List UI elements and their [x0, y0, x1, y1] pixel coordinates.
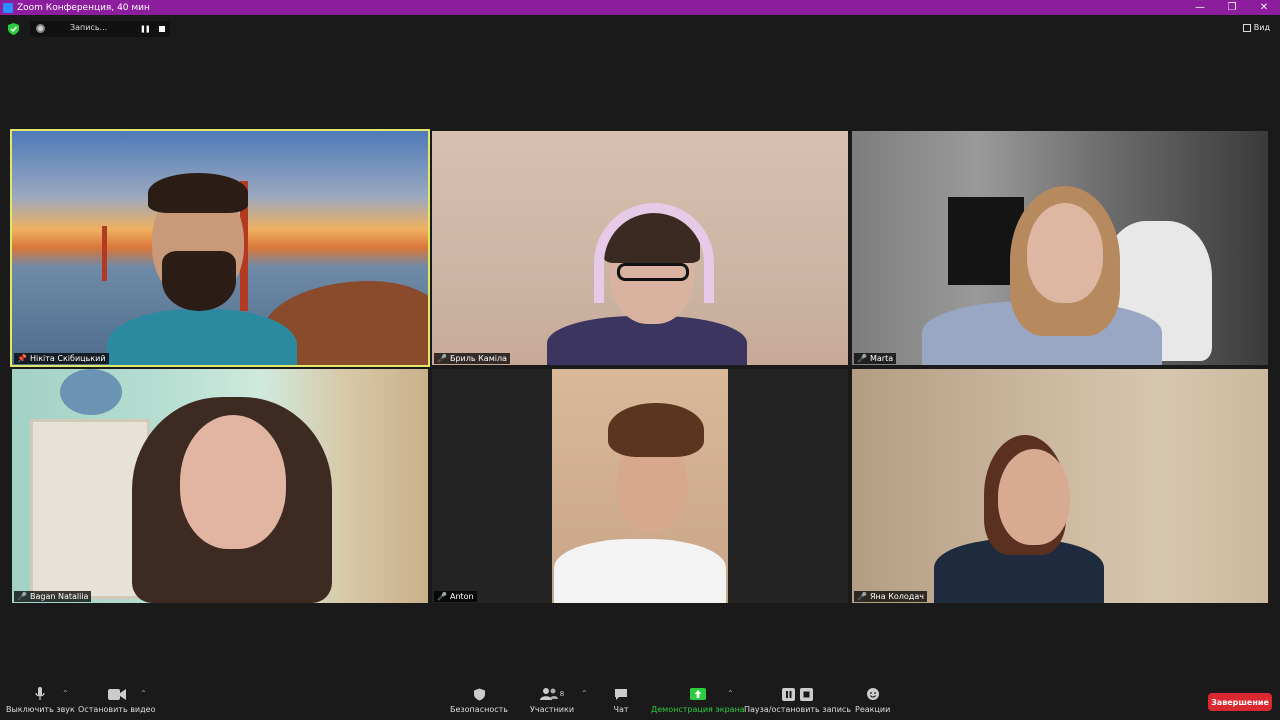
reactions-label: Реакции	[855, 705, 891, 714]
minimize-button[interactable]: —	[1184, 0, 1216, 15]
chat-label: Чат	[613, 705, 629, 714]
close-button[interactable]: ✕	[1248, 0, 1280, 15]
person-hair	[608, 403, 704, 457]
participants-count: 8	[559, 690, 565, 698]
recording-indicator: Запись... ❚❚	[30, 21, 170, 37]
participant-nametag: 🎤 Anton	[434, 591, 477, 602]
bridge-tower-far	[102, 226, 107, 281]
person-head	[998, 449, 1070, 545]
meeting-topbar: Запись... ❚❚ Вид	[0, 18, 1280, 40]
pause-stop-recording-button[interactable]: Пауза/остановить запись	[744, 686, 851, 714]
meeting-toolbar: Выключить звук ⌃ Остановить видео ⌃ Безо…	[0, 680, 1280, 720]
recording-label: Запись...	[70, 23, 108, 32]
share-options-chevron-icon[interactable]: ⌃	[727, 689, 734, 698]
muted-mic-icon: 🎤	[857, 592, 867, 601]
participant-nametag: 📌 Нікіта Скібицький	[14, 353, 109, 364]
window-controls: — ❐ ✕	[1184, 0, 1280, 15]
participants-options-chevron-icon[interactable]: ⌃	[581, 689, 588, 698]
participant-name: Бриль Каміла	[449, 354, 507, 363]
muted-mic-icon: 🎤	[17, 592, 27, 601]
participant-name: Яна Колодач	[869, 592, 924, 601]
participants-label: Участники	[530, 705, 575, 714]
stop-recording-icon[interactable]	[159, 26, 165, 32]
person-beard	[162, 251, 236, 311]
muted-mic-icon: 🎤	[437, 354, 447, 363]
participant-name: Anton	[449, 592, 474, 601]
participant-nametag: 🎤 Яна Колодач	[854, 591, 927, 602]
pin-icon: 📌	[17, 354, 27, 363]
person-head	[1027, 203, 1103, 303]
person-hair	[148, 173, 248, 213]
person-head	[180, 415, 286, 549]
zoom-app-icon	[3, 2, 13, 13]
view-button[interactable]: Вид	[1242, 23, 1270, 32]
video-label: Остановить видео	[78, 705, 156, 714]
end-meeting-button[interactable]: Завершение	[1208, 693, 1272, 711]
participant-nametag: 🎤 Marta	[854, 353, 897, 364]
video-camera-icon	[107, 686, 126, 702]
window-title: Zoom Конференция, 40 мин	[17, 2, 150, 13]
share-screen-icon	[689, 686, 707, 702]
record-label: Пауза/остановить запись	[744, 705, 852, 714]
globe	[60, 369, 122, 415]
grid-view-icon	[1242, 23, 1251, 32]
microphone-icon	[31, 686, 49, 702]
video-tile-yana[interactable]: 🎤 Яна Колодач	[852, 369, 1268, 603]
person-body	[107, 309, 297, 365]
chat-bubble-icon	[612, 686, 630, 702]
recording-dot-icon	[36, 24, 45, 33]
mute-label: Выключить звук	[6, 705, 75, 714]
recording-controls-icon	[781, 686, 814, 702]
participants-icon: 8	[537, 686, 567, 702]
muted-mic-icon: 🎤	[857, 354, 867, 363]
maximize-button[interactable]: ❐	[1216, 0, 1248, 15]
participant-nametag: 🎤 Бриль Каміла	[434, 353, 510, 364]
muted-mic-icon: 🎤	[437, 592, 447, 601]
smiley-icon	[864, 686, 882, 702]
pause-recording-icon[interactable]: ❚❚	[140, 25, 151, 33]
video-tile-kamila[interactable]: 🎤 Бриль Каміла	[432, 131, 848, 365]
view-label: Вид	[1253, 23, 1270, 32]
encryption-shield-icon[interactable]	[8, 23, 19, 35]
participant-nametag: 🎤 Bagan Nataliia	[14, 591, 92, 602]
reactions-button[interactable]: Реакции	[855, 686, 890, 714]
window-titlebar: Zoom Конференция, 40 мин — ❐ ✕	[0, 0, 1280, 15]
participant-name: Bagan Nataliia	[29, 592, 89, 601]
share-label: Демонстрация экрана	[651, 705, 745, 714]
participant-name: Marta	[869, 354, 894, 363]
shield-icon	[470, 686, 488, 702]
security-label: Безопасность	[450, 705, 508, 714]
video-tile-anton[interactable]: 🎤 Anton	[432, 369, 848, 603]
video-options-chevron-icon[interactable]: ⌃	[140, 689, 147, 698]
chat-button[interactable]: Чат	[612, 686, 630, 714]
video-tile-nataliia[interactable]: 🎤 Bagan Nataliia	[12, 369, 428, 603]
participant-name: Нікіта Скібицький	[29, 354, 106, 363]
glasses	[617, 263, 689, 281]
participants-button[interactable]: 8 Участники	[530, 686, 574, 714]
video-tile-marta[interactable]: 🎤 Marta	[852, 131, 1268, 365]
audio-options-chevron-icon[interactable]: ⌃	[62, 689, 69, 698]
video-tile-nikita[interactable]: 📌 Нікіта Скібицький	[10, 129, 430, 367]
person-body	[554, 539, 726, 603]
security-button[interactable]: Безопасность	[450, 686, 508, 714]
